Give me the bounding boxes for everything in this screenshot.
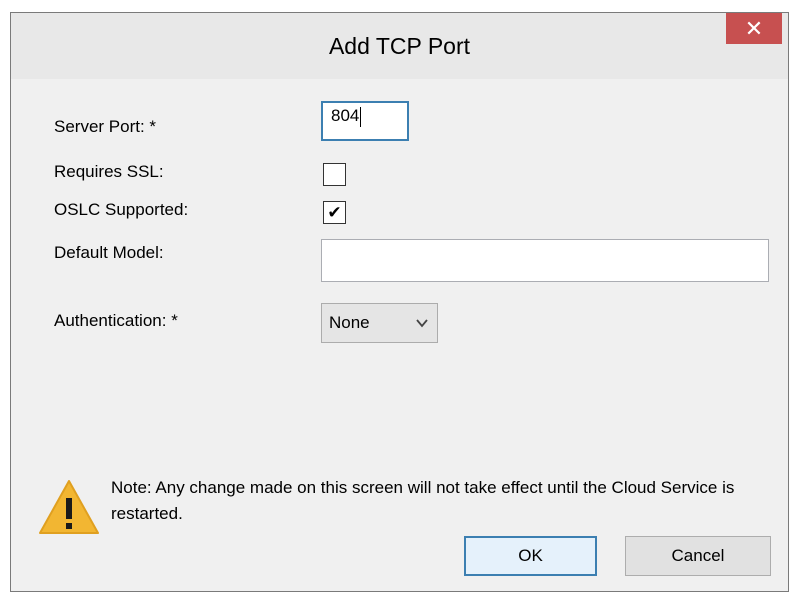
server-port-input[interactable]: 804	[321, 101, 409, 141]
authentication-label: Authentication: *	[54, 311, 178, 330]
authentication-select[interactable]: None	[321, 303, 438, 343]
title-bar[interactable]: Add TCP Port ✕	[11, 13, 788, 79]
ok-button-label: OK	[518, 546, 543, 565]
chevron-down-icon	[415, 315, 429, 335]
restart-note: Note: Any change made on this screen wil…	[111, 478, 735, 523]
cancel-button[interactable]: Cancel	[625, 536, 771, 576]
oslc-supported-label: OSLC Supported:	[54, 200, 189, 219]
server-port-label: Server Port: *	[54, 117, 157, 136]
text-caret	[360, 106, 362, 127]
ok-button[interactable]: OK	[464, 536, 597, 576]
cancel-button-label: Cancel	[671, 546, 725, 565]
requires-ssl-label: Requires SSL:	[54, 162, 164, 181]
default-model-label: Default Model:	[54, 243, 164, 262]
dialog-body: Server Port: * 804 Requires SSL: OSLC Su…	[19, 79, 780, 583]
warning-icon	[37, 478, 101, 541]
oslc-supported-checkbox[interactable]: ✔	[323, 201, 346, 224]
requires-ssl-checkbox[interactable]	[323, 163, 346, 186]
close-icon: ✕	[744, 15, 764, 41]
dialog-title: Add TCP Port	[328, 33, 471, 59]
dialog-window: Add TCP Port ✕ Server Port: * 804 Requir…	[10, 12, 789, 592]
server-port-value: 804	[331, 106, 360, 125]
checkmark-icon: ✔	[327, 203, 342, 222]
authentication-selected-value: None	[329, 313, 370, 332]
default-model-input[interactable]	[321, 239, 769, 282]
close-button[interactable]: ✕	[726, 13, 782, 44]
